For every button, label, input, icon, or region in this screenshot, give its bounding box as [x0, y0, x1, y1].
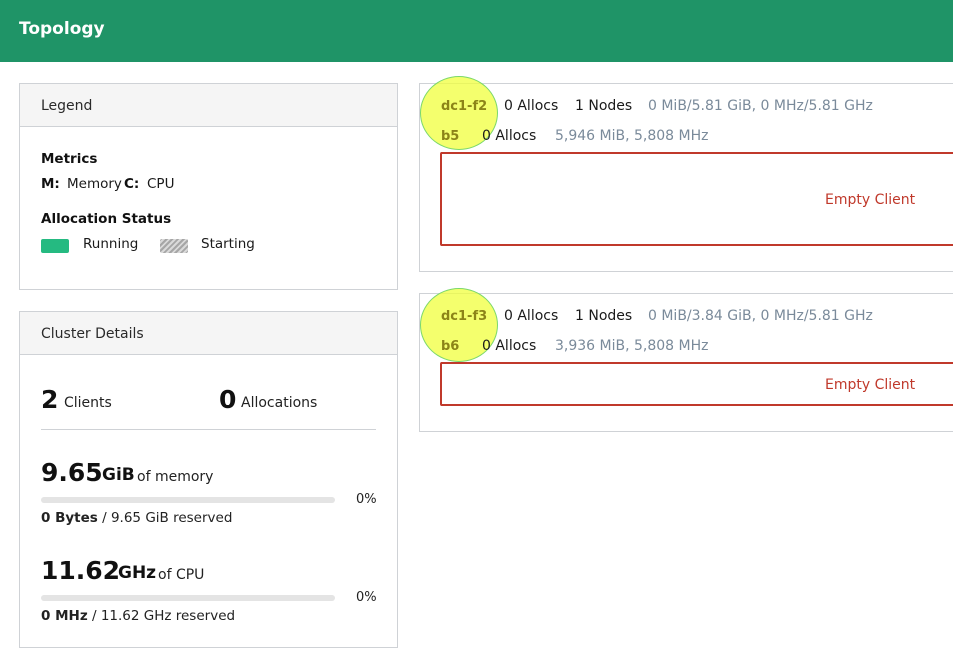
- allocations-count: 0: [219, 385, 237, 414]
- page-title: Topology: [19, 19, 105, 39]
- allocation-status-heading: Allocation Status: [41, 211, 172, 227]
- running-label: Running: [83, 236, 139, 252]
- memory-progress-bar: [41, 497, 335, 503]
- datacenter-name: dc1-f2: [441, 99, 488, 114]
- top-bar: Topology: [0, 0, 953, 62]
- node-box[interactable]: Empty Client: [440, 152, 953, 246]
- datacenter-usage: 0 MiB/5.81 GiB, 0 MHz/5.81 GHz: [648, 98, 873, 114]
- memory-reserved-amount: 0 Bytes: [41, 510, 98, 526]
- legend-panel: Legend Metrics M: Memory C: CPU Allocati…: [19, 83, 398, 290]
- datacenter-panel: dc1-f2 0 Allocs 1 Nodes 0 MiB/5.81 GiB, …: [419, 76, 953, 272]
- memory-percent: 0%: [356, 492, 377, 507]
- cpu-unit: GHz: [118, 563, 157, 583]
- running-swatch: [41, 239, 69, 253]
- node-box[interactable]: Empty Client: [440, 362, 953, 406]
- empty-client-label: Empty Client: [825, 192, 916, 208]
- memory-key: M:: [41, 176, 60, 192]
- datacenter-nodes: 1 Nodes: [575, 98, 633, 114]
- memory-reserved: 0 Bytes / 9.65 GiB reserved: [41, 510, 232, 526]
- cpu-total: 11.62: [41, 556, 121, 585]
- datacenter-nodes: 1 Nodes: [575, 308, 633, 324]
- starting-label: Starting: [201, 236, 255, 252]
- legend-title: Legend: [20, 84, 397, 127]
- node-name: b6: [441, 339, 460, 354]
- datacenter-allocs: 0 Allocs: [504, 308, 559, 324]
- divider: [41, 429, 376, 430]
- cluster-details-title: Cluster Details: [20, 312, 397, 355]
- clients-label: Clients: [64, 395, 112, 411]
- memory-total: 9.65: [41, 458, 103, 487]
- datacenter-usage: 0 MiB/3.84 GiB, 0 MHz/5.81 GHz: [648, 308, 873, 324]
- cpu-reserved-amount: 0 MHz: [41, 608, 88, 624]
- clients-count: 2: [41, 385, 59, 414]
- allocations-label: Allocations: [241, 395, 318, 411]
- cpu-suffix: of CPU: [158, 567, 205, 583]
- node-name: b5: [441, 129, 460, 144]
- starting-swatch: [160, 239, 188, 253]
- cpu-reserved-rest: / 11.62 GHz reserved: [91, 608, 236, 624]
- cpu-progress-bar: [41, 595, 335, 601]
- datacenter-name: dc1-f3: [441, 309, 488, 324]
- memory-reserved-rest: / 9.65 GiB reserved: [102, 510, 233, 526]
- datacenter-panel: dc1-f3 0 Allocs 1 Nodes 0 MiB/3.84 GiB, …: [419, 288, 953, 432]
- cluster-details-panel: Cluster Details 2 Clients 0 Allocations …: [19, 311, 398, 648]
- node-resources: 5,946 MiB, 5,808 MHz: [555, 128, 709, 144]
- node-allocs: 0 Allocs: [482, 128, 537, 144]
- cpu-reserved: 0 MHz / 11.62 GHz reserved: [41, 608, 235, 624]
- cpu-percent: 0%: [356, 590, 377, 605]
- datacenter-allocs: 0 Allocs: [504, 98, 559, 114]
- memory-suffix: of memory: [137, 469, 214, 485]
- metrics-heading: Metrics: [41, 151, 98, 167]
- memory-label: Memory: [67, 176, 122, 192]
- empty-client-label: Empty Client: [825, 377, 916, 393]
- memory-unit: GiB: [102, 465, 135, 485]
- cpu-label: CPU: [147, 176, 175, 192]
- node-resources: 3,936 MiB, 5,808 MHz: [555, 338, 709, 354]
- cpu-key: C:: [124, 176, 140, 192]
- node-allocs: 0 Allocs: [482, 338, 537, 354]
